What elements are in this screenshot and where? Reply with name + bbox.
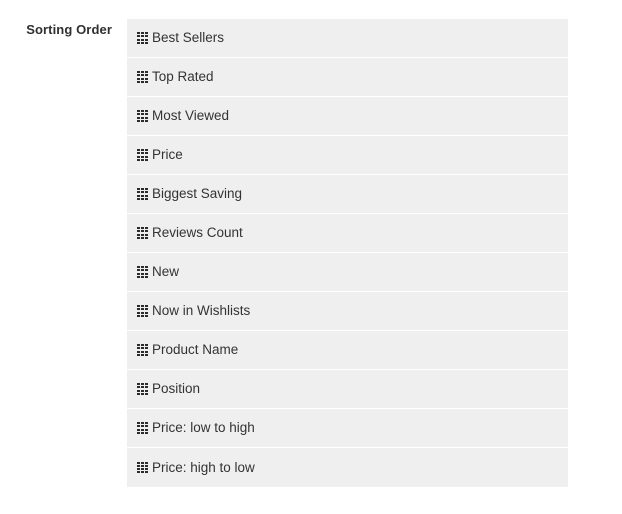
list-item-3[interactable]: Most Viewed bbox=[127, 97, 568, 136]
list-item-label: Most Viewed bbox=[152, 108, 230, 123]
drag-handle-icon[interactable] bbox=[137, 110, 148, 122]
list-item-label: Price: low to high bbox=[152, 420, 255, 435]
list-item-label: Position bbox=[152, 381, 201, 396]
drag-handle-icon[interactable] bbox=[137, 227, 148, 239]
sorting-order-label: Sorting Order bbox=[26, 22, 112, 37]
list-item-label: Best Sellers bbox=[152, 30, 225, 45]
drag-handle-icon[interactable] bbox=[137, 461, 148, 474]
sorting-order-list[interactable]: Best Sellers Top Rated Most Viewed Price bbox=[127, 19, 568, 487]
list-item-label: Top Rated bbox=[152, 69, 214, 84]
drag-handle-icon[interactable] bbox=[137, 383, 148, 395]
list-item-6[interactable]: Reviews Count bbox=[127, 214, 568, 253]
drag-handle-icon[interactable] bbox=[137, 422, 148, 434]
list-item-label: Reviews Count bbox=[152, 225, 243, 240]
drag-handle-icon[interactable] bbox=[137, 266, 148, 278]
sorting-order-field: Sorting Order Best Sellers Top Rated Mos… bbox=[0, 0, 622, 514]
drag-handle-icon[interactable] bbox=[137, 344, 148, 356]
list-item-12[interactable]: Price: high to low bbox=[127, 448, 568, 487]
list-item-7[interactable]: New bbox=[127, 253, 568, 292]
drag-handle-icon[interactable] bbox=[137, 305, 148, 317]
list-item-11[interactable]: Price: low to high bbox=[127, 409, 568, 448]
list-item-8[interactable]: Now in Wishlists bbox=[127, 292, 568, 331]
list-item-label: New bbox=[152, 264, 180, 279]
list-item-label: Biggest Saving bbox=[152, 186, 243, 201]
list-item-label: Product Name bbox=[152, 342, 239, 357]
drag-handle-icon[interactable] bbox=[137, 32, 148, 44]
drag-handle-icon[interactable] bbox=[137, 188, 148, 200]
list-item-2[interactable]: Top Rated bbox=[127, 58, 568, 97]
drag-handle-icon[interactable] bbox=[137, 71, 148, 83]
list-item-label: Price bbox=[152, 147, 183, 162]
drag-handle-icon[interactable] bbox=[137, 149, 148, 161]
list-item-5[interactable]: Biggest Saving bbox=[127, 175, 568, 214]
list-item-4[interactable]: Price bbox=[127, 136, 568, 175]
list-item-9[interactable]: Product Name bbox=[127, 331, 568, 370]
list-item-1[interactable]: Best Sellers bbox=[127, 19, 568, 58]
list-item-label: Price: high to low bbox=[152, 459, 255, 475]
list-item-10[interactable]: Position bbox=[127, 370, 568, 409]
list-item-label: Now in Wishlists bbox=[152, 303, 251, 318]
